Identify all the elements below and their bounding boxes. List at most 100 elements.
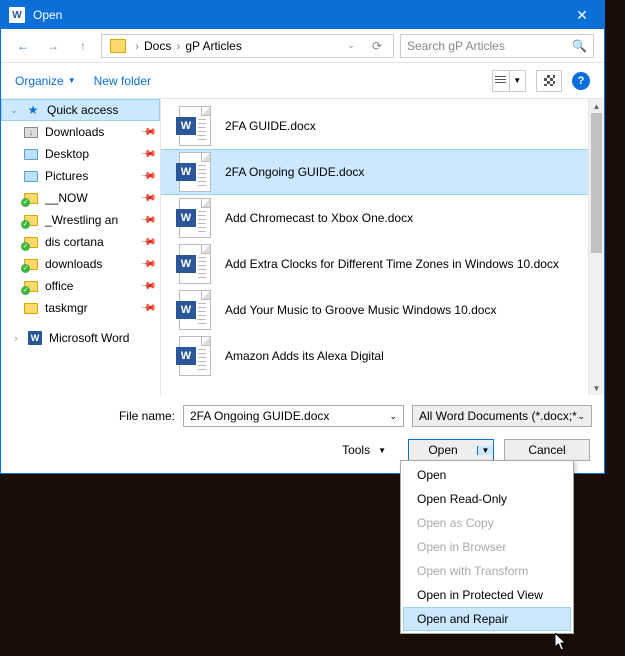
up-button[interactable]: ↑ (71, 34, 95, 58)
file-row[interactable]: W Amazon Adds its Alexa Digital (161, 333, 604, 379)
menu-item: Open in Browser (403, 535, 571, 559)
chevron-right-icon: › (173, 39, 183, 53)
chevron-down-icon: ▼ (509, 71, 526, 91)
pin-icon: 📌 (139, 256, 156, 273)
file-row[interactable]: WAdd Your Music to Groove Music Windows … (161, 287, 604, 333)
word-doc-icon: W (179, 336, 211, 376)
cancel-button[interactable]: Cancel (504, 439, 590, 461)
back-button[interactable]: ← (11, 34, 35, 58)
pin-icon: 📌 (139, 212, 156, 229)
file-row[interactable]: W 2FA Ongoing GUIDE.docx (161, 149, 604, 195)
sidebar-item-label: __NOW (45, 191, 88, 205)
chevron-down-icon[interactable]: ⌄ (389, 411, 397, 422)
close-button[interactable]: ✕ (560, 1, 604, 29)
sidebar-item[interactable]: Pictures📌 (1, 165, 160, 187)
view-mode-button[interactable]: ▼ (492, 70, 526, 92)
file-name: Add Chromecast to Xbox One.docx (225, 211, 604, 226)
pin-icon: 📌 (139, 234, 156, 251)
sidebar-item-label: Desktop (45, 147, 89, 161)
file-type-filter[interactable]: All Word Documents (*.docx;*.d ⌄ (412, 405, 592, 427)
sidebar-item-word[interactable]: › W Microsoft Word (1, 327, 160, 349)
refresh-button[interactable]: ⟳ (365, 34, 389, 58)
folder-icon (24, 281, 38, 292)
menu-item[interactable]: Open Read-Only (403, 487, 571, 511)
scroll-up-icon[interactable]: ▲ (589, 99, 604, 113)
chevron-right-icon: › (11, 333, 21, 343)
pin-icon: 📌 (139, 300, 156, 317)
pin-icon: 📌 (139, 190, 156, 207)
search-placeholder: Search gP Articles (407, 39, 505, 53)
sidebar: ⌄★Quick accessDownloads📌Desktop📌Pictures… (1, 99, 161, 395)
sidebar-item[interactable]: ⌄★Quick access (1, 99, 160, 121)
sidebar-item[interactable]: dis cortana 📌 (1, 231, 160, 253)
menu-item: Open with Transform (403, 559, 571, 583)
search-input[interactable]: Search gP Articles 🔍 (400, 34, 594, 58)
open-button[interactable]: Open ▼ (408, 439, 494, 461)
filename-label: File name: (13, 409, 183, 423)
menu-item[interactable]: Open (403, 463, 571, 487)
pin-icon: 📌 (139, 146, 156, 163)
organize-button[interactable]: Organize ▼ (15, 74, 76, 88)
pin-icon: 📌 (139, 124, 156, 141)
breadcrumb[interactable]: › Docs › gP Articles ⌄ ⟳ (101, 34, 394, 58)
file-name: 2FA Ongoing GUIDE.docx (225, 165, 604, 180)
file-name: Add Your Music to Groove Music Windows 1… (225, 303, 604, 318)
folder-icon (24, 259, 38, 270)
folder-icon (24, 237, 38, 248)
sidebar-item[interactable]: _Wrestling an📌 (1, 209, 160, 231)
sidebar-item[interactable]: Desktop 📌 (1, 143, 160, 165)
sidebar-item-label: Quick access (47, 103, 118, 117)
new-folder-button[interactable]: New folder (94, 74, 151, 88)
open-dropdown-arrow[interactable]: ▼ (477, 446, 493, 455)
sidebar-item-label: office (45, 279, 73, 293)
sidebar-item-label: Downloads (45, 125, 104, 139)
preview-pane-button[interactable] (536, 70, 562, 92)
chevron-right-icon: › (132, 39, 142, 53)
sidebar-item-label: taskmgr (45, 301, 88, 315)
chevron-down-icon: ⌄ (577, 411, 585, 422)
tools-button[interactable]: Tools ▼ (342, 443, 386, 457)
sidebar-item[interactable]: Downloads 📌 (1, 121, 160, 143)
folder-icon (110, 39, 126, 53)
nav-row: ← → ↑ › Docs › gP Articles ⌄ ⟳ Search gP… (1, 29, 604, 63)
star-icon: ★ (28, 103, 39, 117)
scroll-down-icon[interactable]: ▼ (589, 381, 604, 395)
word-doc-icon: W (179, 152, 211, 192)
help-button[interactable]: ? (572, 72, 590, 90)
folder-icon (24, 303, 38, 314)
word-doc-icon: W (179, 244, 211, 284)
breadcrumb-part[interactable]: Docs (144, 39, 171, 53)
breadcrumb-part[interactable]: gP Articles (185, 39, 241, 53)
file-row[interactable]: W Add Extra Clocks for Different Time Zon… (161, 241, 604, 287)
breadcrumb-dropdown-icon[interactable]: ⌄ (339, 34, 363, 58)
filename-input[interactable]: 2FA Ongoing GUIDE.docx ⌄ (183, 405, 404, 427)
file-list[interactable]: W2FA GUIDE.docxW2FA Ongoing GUIDE.docxWA… (161, 99, 604, 395)
desktop-icon (24, 149, 38, 160)
file-name: Add Extra Clocks for Different Time Zone… (225, 257, 604, 272)
file-row[interactable]: W Add Chromecast to Xbox One.docx (161, 195, 604, 241)
sidebar-item[interactable]: office📌 (1, 275, 160, 297)
list-icon (495, 76, 506, 85)
pin-icon: 📌 (139, 168, 156, 185)
word-doc-icon: W (179, 198, 211, 238)
scroll-thumb[interactable] (591, 113, 602, 253)
menu-item[interactable]: Open and Repair (403, 607, 571, 631)
sidebar-item-label: dis cortana (45, 235, 104, 249)
pictures-icon (24, 171, 38, 182)
chevron-down-icon: ▼ (378, 446, 386, 455)
titlebar: W Open ✕ (1, 1, 604, 29)
folder-icon (24, 215, 38, 226)
file-name: Amazon Adds its Alexa Digital (225, 349, 604, 364)
forward-button[interactable]: → (41, 34, 65, 58)
window-title: Open (33, 8, 560, 22)
sidebar-item[interactable]: __NOW 📌 (1, 187, 160, 209)
chevron-down-icon: ▼ (68, 76, 76, 85)
grid-icon (544, 75, 555, 86)
sidebar-item[interactable]: taskmgr 📌 (1, 297, 160, 319)
sidebar-item[interactable]: downloads📌 (1, 253, 160, 275)
menu-item[interactable]: Open in Protected View (403, 583, 571, 607)
word-icon: W (28, 331, 42, 345)
open-dialog: W Open ✕ ← → ↑ › Docs › gP Articles ⌄ ⟳ … (0, 0, 605, 474)
scrollbar[interactable]: ▲ ▼ (588, 99, 604, 395)
file-row[interactable]: W2FA GUIDE.docx (161, 103, 604, 149)
